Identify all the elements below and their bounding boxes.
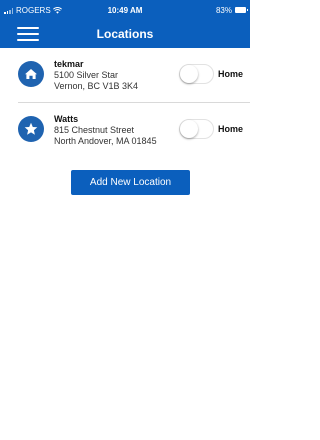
home-icon [18, 61, 44, 87]
location-address-line1: 5100 Silver Star [54, 70, 119, 80]
home-toggle-label: Home [218, 69, 244, 79]
status-right: 83% [215, 0, 248, 20]
location-address-line2: North Andover, MA 01845 [54, 136, 157, 146]
status-bar: ROGERS 10:49 AM 83% [0, 0, 250, 20]
location-item-tekmar[interactable]: tekmar 5100 Silver Star Vernon, BC V1B 3… [0, 58, 250, 112]
divider [18, 102, 250, 103]
battery-icon [235, 7, 248, 13]
battery-percent: 83% [215, 5, 232, 15]
nav-bar: Locations [0, 20, 250, 48]
location-item-watts[interactable]: Watts 815 Chestnut Street North Andover,… [0, 113, 250, 167]
toggle-knob [180, 120, 198, 138]
location-address-line1: 815 Chestnut Street [54, 125, 135, 135]
location-name: Watts [54, 114, 79, 124]
add-new-location-button[interactable]: Add New Location [71, 170, 190, 195]
home-toggle-label: Home [218, 124, 244, 134]
location-name: tekmar [54, 59, 84, 69]
page-title: Locations [96, 27, 154, 41]
toggle-knob [180, 65, 198, 83]
status-time: 10:49 AM [107, 6, 143, 15]
home-toggle[interactable] [179, 119, 214, 139]
home-toggle[interactable] [179, 64, 214, 84]
star-icon [18, 116, 44, 142]
location-address-line2: Vernon, BC V1B 3K4 [54, 81, 139, 91]
